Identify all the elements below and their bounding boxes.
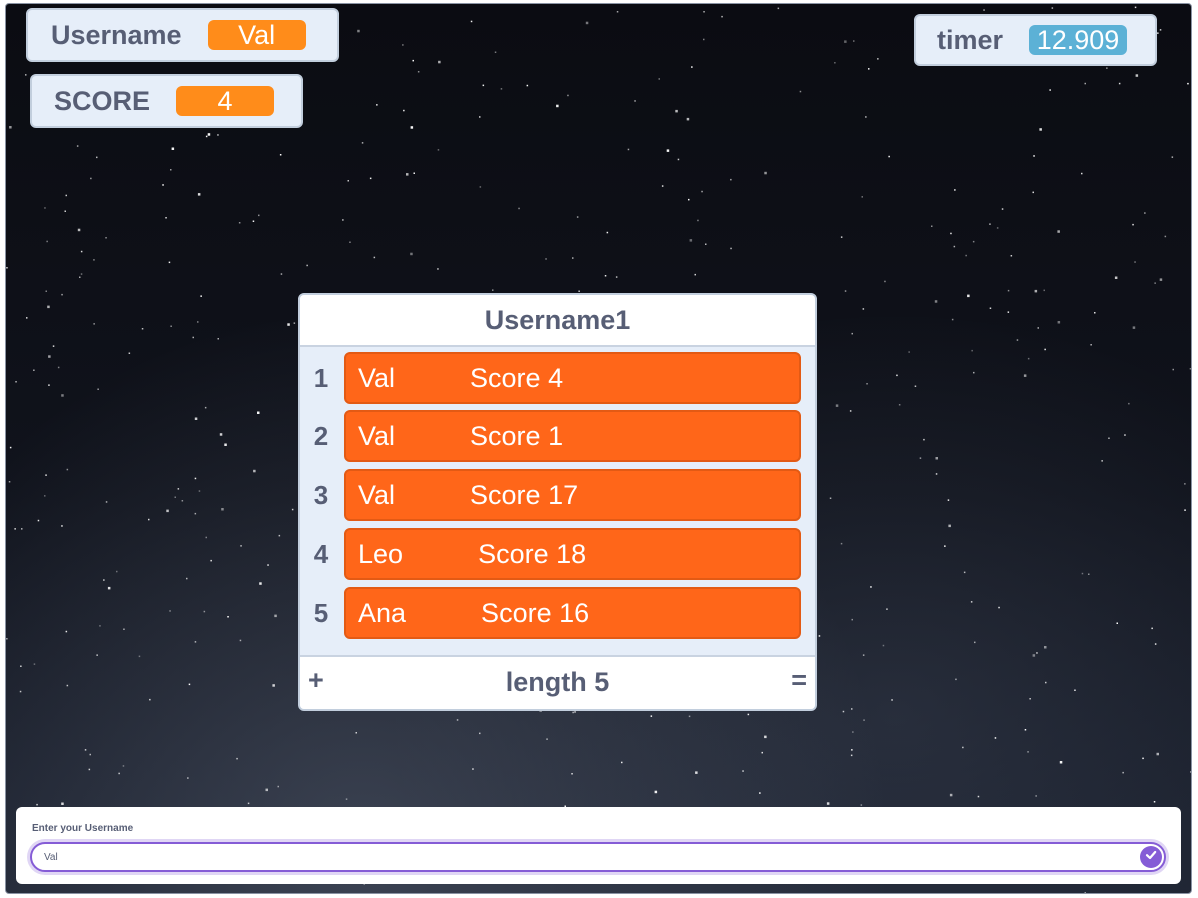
score-monitor-label: SCORE bbox=[54, 85, 151, 116]
resize-handle[interactable]: = bbox=[791, 665, 807, 696]
list-footer: + length 5 = bbox=[300, 655, 815, 709]
score-monitor-value: 4 bbox=[176, 86, 275, 116]
stage[interactable]: Username Val SCORE 4 timer 12.909 Userna… bbox=[5, 3, 1192, 894]
list-item-index: 1 bbox=[313, 362, 329, 393]
list-length-label: length 5 bbox=[505, 667, 610, 697]
list-item: 3 Val Score 17 bbox=[300, 468, 815, 522]
list-item-index: 5 bbox=[313, 597, 329, 628]
list-title: Username1 bbox=[300, 295, 815, 347]
ask-prompt-label: Enter your Username bbox=[32, 823, 134, 834]
list-item-index: 3 bbox=[313, 479, 329, 510]
list-item-value[interactable]: Leo Score 18 bbox=[344, 528, 801, 580]
timer-monitor-value: 12.909 bbox=[1029, 25, 1128, 55]
timer-monitor[interactable]: timer 12.909 bbox=[914, 14, 1157, 66]
check-circle-icon bbox=[1144, 848, 1158, 867]
list-item-value[interactable]: Val Score 1 bbox=[344, 410, 801, 462]
username1-list-monitor[interactable]: Username1 1 Val Score 4 2 Val Score 1 3 … bbox=[298, 293, 817, 711]
submit-answer-button[interactable] bbox=[1140, 846, 1162, 868]
list-item-index: 4 bbox=[313, 538, 329, 569]
username-variable-monitor[interactable]: Username Val bbox=[26, 8, 339, 62]
timer-monitor-label: timer bbox=[937, 24, 1004, 55]
username-monitor-label: Username bbox=[51, 19, 182, 50]
list-item-value[interactable]: Val Score 4 bbox=[344, 352, 801, 404]
username-monitor-value: Val bbox=[207, 20, 306, 50]
list-item-index: 2 bbox=[313, 420, 329, 451]
list-item: 4 Leo Score 18 bbox=[300, 527, 815, 581]
list-item-value[interactable]: Ana Score 16 bbox=[344, 587, 801, 639]
list-item: 2 Val Score 1 bbox=[300, 409, 815, 463]
list-item-value[interactable]: Val Score 17 bbox=[344, 469, 801, 521]
ask-prompt-box: Enter your Username bbox=[16, 807, 1181, 884]
list-item: 1 Val Score 4 bbox=[300, 351, 815, 405]
username-answer-input[interactable] bbox=[30, 842, 1166, 872]
list-item: 5 Ana Score 16 bbox=[300, 586, 815, 640]
score-variable-monitor[interactable]: SCORE 4 bbox=[30, 74, 303, 128]
